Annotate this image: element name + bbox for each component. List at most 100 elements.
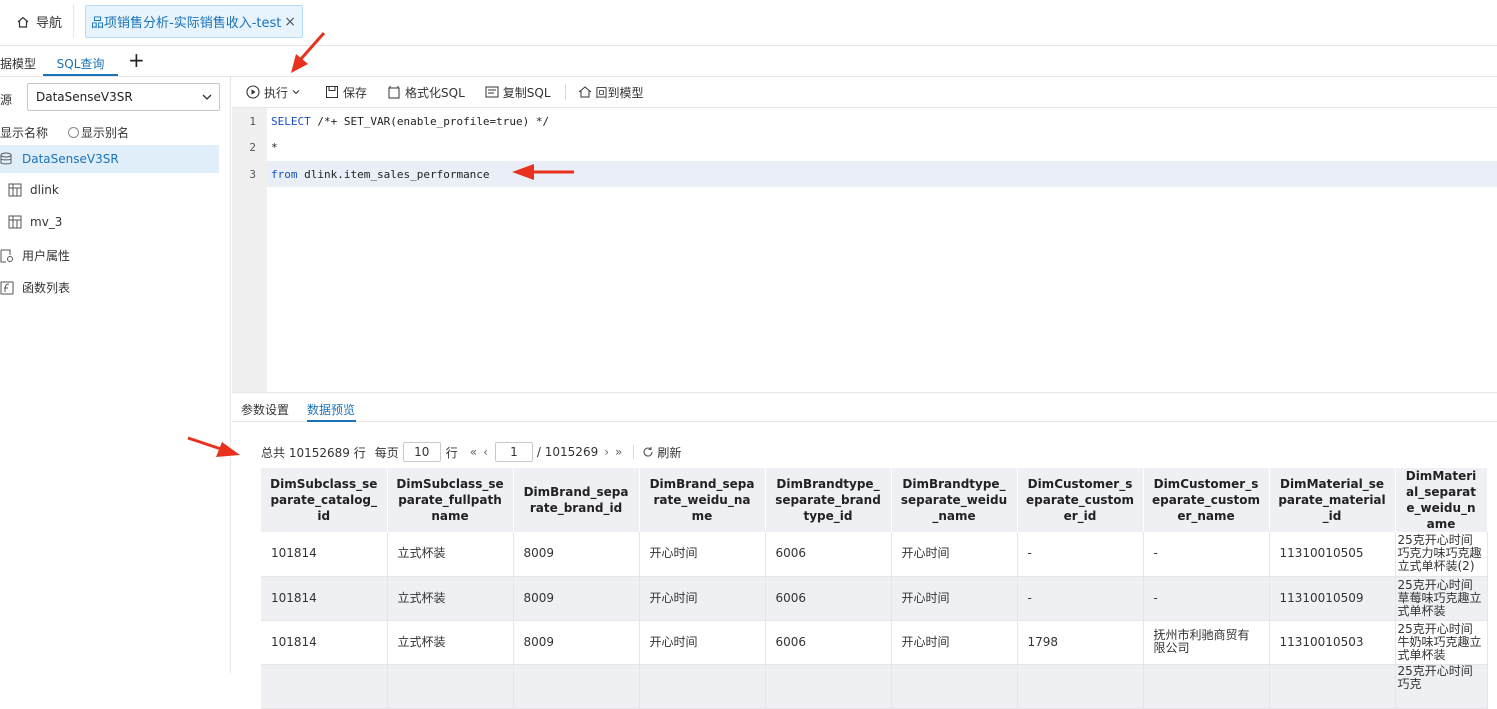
sql-keyword: SELECT: [271, 115, 311, 128]
tree-root-label: DataSenseV3SR: [22, 152, 119, 166]
table-cell: 8009: [513, 532, 640, 577]
copy-sql-button[interactable]: 复制SQL: [485, 84, 551, 101]
active-tab-indicator: [43, 74, 118, 76]
total-pages: / 1015269: [536, 445, 599, 459]
table-cell: 开心时间: [639, 532, 766, 577]
table-cell: -: [1017, 576, 1144, 621]
table-row[interactable]: 101814 立式杯装 8009 开心时间 6006 开心时间 1798 抚州市…: [261, 620, 1488, 665]
tab-sales-analysis[interactable]: 品项销售分析-实际销售收入-test ×: [85, 5, 303, 38]
pagination: 总共 10152689 行 每页 10 行 « ‹ 1 / 1015269 › …: [261, 441, 681, 463]
table-cell: 8009: [513, 576, 640, 621]
table-cell: [1269, 664, 1396, 709]
save-icon: [326, 86, 339, 98]
table-row[interactable]: 101814 立式杯装 8009 开心时间 6006 开心时间 - - 1131…: [261, 576, 1488, 621]
nav-tab-label: 导航: [36, 16, 63, 31]
close-tab-icon[interactable]: ×: [284, 14, 296, 30]
tab-data-preview[interactable]: 数据预览: [307, 401, 355, 418]
column-header[interactable]: DimBrand_separate_weidu_name: [639, 468, 766, 532]
code-line-2: *: [271, 141, 278, 154]
play-circle-icon: [246, 85, 260, 99]
table-cell: [387, 664, 514, 709]
table-cell: 11310010509: [1269, 576, 1396, 621]
data-preview-table: DimSubclass_separate_catalog_id DimSubcl…: [261, 468, 1488, 709]
show-alias-radio[interactable]: 显示别名: [68, 124, 129, 141]
tree-item-label: 用户属性: [22, 249, 71, 263]
datasource-value: DataSenseV3SR: [36, 90, 133, 104]
result-tabs: 参数设置 数据预览: [232, 392, 1497, 422]
first-page-icon[interactable]: «: [470, 445, 477, 459]
sql-toolbar: 执行 保存 格式化SQL 复制SQL 回到模型: [232, 77, 1497, 108]
sql-editor[interactable]: 1 2 3 SELECT /*+ SET_VAR(enable_profile=…: [232, 108, 1497, 392]
tree-item-dlink[interactable]: dlink: [8, 183, 59, 197]
table-row[interactable]: 101814 立式杯装 8009 开心时间 6006 开心时间 - - 1131…: [261, 532, 1488, 577]
user-attribute-icon: [0, 249, 13, 262]
chevron-down-icon: [292, 90, 300, 95]
table-icon: [8, 215, 22, 229]
column-header[interactable]: DimCustomer_separate_customer_name: [1143, 468, 1270, 532]
total-rows: 总共 10152689 行: [261, 445, 366, 460]
annotation-arrow-sql: [512, 164, 574, 180]
table-cell: [1143, 664, 1270, 709]
column-header[interactable]: DimSubclass_separate_catalog_id: [261, 468, 388, 532]
back-to-model-button[interactable]: 回到模型: [578, 84, 644, 101]
tab-sql-query[interactable]: SQL查询: [43, 55, 118, 72]
refresh-label: 刷新: [657, 445, 682, 460]
format-label: 格式化SQL: [405, 85, 465, 100]
tab-parameter-settings[interactable]: 参数设置: [241, 401, 289, 418]
next-page-icon[interactable]: ›: [604, 445, 609, 459]
table-cell: 11310010503: [1269, 620, 1396, 665]
datasource-select[interactable]: DataSenseV3SR: [27, 83, 220, 111]
database-icon: [0, 152, 12, 165]
tree-item-label: 函数列表: [22, 281, 71, 295]
table-cell: 立式杯装: [387, 532, 514, 577]
table-cell: -: [1143, 532, 1270, 577]
column-header[interactable]: DimMaterial_separate_material_id: [1269, 468, 1396, 532]
refresh-icon: [643, 447, 653, 457]
table-header-row: DimSubclass_separate_catalog_id DimSubcl…: [261, 468, 1488, 532]
page-number-input[interactable]: 1: [494, 442, 533, 462]
table-row[interactable]: 25克开心时间巧克: [261, 664, 1488, 709]
per-page-input[interactable]: 10: [402, 442, 441, 462]
tree-item-mv3[interactable]: mv_3: [8, 215, 62, 229]
table-cell: 11310010505: [1269, 532, 1396, 577]
last-page-icon[interactable]: »: [615, 445, 622, 459]
tree-item-function-list[interactable]: 函数列表: [0, 279, 70, 296]
tab-data-model[interactable]: 据模型: [0, 55, 36, 72]
line-number: 2: [249, 141, 256, 154]
column-header[interactable]: DimSubclass_separate_fullpathname: [387, 468, 514, 532]
table-cell: 6006: [765, 532, 892, 577]
execute-button[interactable]: 执行: [246, 84, 305, 101]
back-label: 回到模型: [595, 85, 644, 100]
tree-item-user-attributes[interactable]: 用户属性: [0, 247, 70, 264]
table-icon: [8, 183, 22, 197]
add-tab-button[interactable]: +: [128, 50, 145, 70]
column-header[interactable]: DimBrandtype_separate_weidu_name: [891, 468, 1018, 532]
table-cell: 101814: [261, 576, 388, 621]
copy-label: 复制SQL: [502, 85, 551, 100]
save-button[interactable]: 保存: [325, 84, 367, 101]
table-cell: 101814: [261, 532, 388, 577]
prev-page-icon[interactable]: ‹: [483, 445, 488, 459]
table-cell: 立式杯装: [387, 620, 514, 665]
column-header[interactable]: DimBrand_separate_brand_id: [513, 468, 640, 532]
copy-icon: [485, 86, 499, 98]
table-cell: 1798: [1017, 620, 1144, 665]
tree-root-datasource[interactable]: DataSenseV3SR: [0, 145, 219, 173]
tree-item-label: mv_3: [30, 215, 63, 229]
format-sql-button[interactable]: 格式化SQL: [387, 84, 465, 101]
refresh-button[interactable]: 刷新: [642, 444, 681, 461]
nav-tab[interactable]: 导航: [0, 5, 74, 38]
home-icon: [17, 16, 29, 28]
table-cell: 开心时间: [891, 620, 1018, 665]
tree-item-label: dlink: [30, 183, 59, 197]
line-number: 1: [249, 115, 256, 128]
table-cell: 25克开心时间牛奶味巧克趣立式单杯装: [1395, 620, 1488, 665]
code-text: dlink.item_sales_performance: [297, 168, 490, 181]
column-header[interactable]: DimBrandtype_separate_brandtype_id: [765, 468, 892, 532]
column-header[interactable]: DimCustomer_separate_customer_id: [1017, 468, 1144, 532]
show-alias-label: 显示别名: [81, 126, 130, 140]
column-header[interactable]: DimMaterial_separate_weidu_name: [1395, 468, 1488, 532]
show-name-radio[interactable]: 显示名称: [0, 124, 48, 141]
table-cell: 25克开心时间巧克力味巧克趣立式单杯装(2): [1395, 532, 1488, 577]
per-page-value: 10: [414, 445, 430, 459]
